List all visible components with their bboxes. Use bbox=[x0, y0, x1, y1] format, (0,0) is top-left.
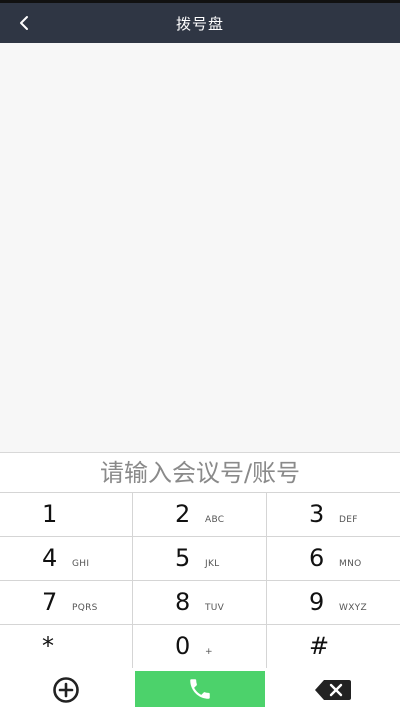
key-digit: 5 bbox=[175, 544, 191, 572]
key-letters: GHI bbox=[72, 559, 90, 569]
page-title: 拨号盘 bbox=[175, 14, 224, 33]
key-8[interactable]: 8 TUV bbox=[133, 581, 267, 625]
key-hash[interactable]: # bbox=[267, 625, 400, 669]
key-digit: 0 bbox=[175, 632, 191, 660]
backspace-icon bbox=[315, 680, 351, 700]
delete-button[interactable] bbox=[313, 678, 353, 702]
key-5[interactable]: 5 JKL bbox=[133, 537, 267, 581]
key-digit: 7 bbox=[42, 588, 58, 616]
key-digit: 3 bbox=[309, 500, 325, 528]
key-letters: + bbox=[205, 647, 213, 657]
content-area bbox=[0, 43, 400, 452]
key-letters: TUV bbox=[205, 603, 225, 613]
key-digit: 2 bbox=[175, 500, 191, 528]
phone-icon bbox=[190, 679, 210, 699]
key-3[interactable]: 3 DEF bbox=[267, 493, 400, 537]
key-digit: 8 bbox=[175, 588, 191, 616]
dial-keypad: 1 2 ABC 3 DEF 4 GHI 5 JKL 6 MNO 7 PQRS 8… bbox=[0, 492, 400, 669]
call-button[interactable] bbox=[135, 671, 265, 707]
dial-number-input[interactable] bbox=[0, 458, 400, 487]
key-letters: DEF bbox=[339, 515, 358, 525]
key-letters: ABC bbox=[205, 515, 225, 525]
key-6[interactable]: 6 MNO bbox=[267, 537, 400, 581]
key-2[interactable]: 2 ABC bbox=[133, 493, 267, 537]
back-button[interactable] bbox=[10, 9, 38, 37]
key-letters: WXYZ bbox=[339, 603, 367, 613]
key-star[interactable]: * bbox=[0, 625, 133, 669]
key-digit: # bbox=[309, 632, 330, 660]
key-letters: JKL bbox=[205, 559, 220, 569]
app-header: 拨号盘 bbox=[0, 3, 400, 43]
key-1[interactable]: 1 bbox=[0, 493, 133, 537]
key-digit: 6 bbox=[309, 544, 325, 572]
plus-circle-icon bbox=[53, 677, 79, 703]
key-letters: MNO bbox=[339, 559, 362, 569]
key-digit: 9 bbox=[309, 588, 325, 616]
add-button[interactable] bbox=[50, 676, 82, 704]
key-9[interactable]: 9 WXYZ bbox=[267, 581, 400, 625]
key-digit: * bbox=[42, 632, 54, 660]
dial-number-display bbox=[0, 452, 400, 492]
key-0[interactable]: 0 + bbox=[133, 625, 267, 669]
key-digit: 1 bbox=[42, 500, 58, 528]
chevron-left-icon bbox=[20, 16, 28, 30]
key-4[interactable]: 4 GHI bbox=[0, 537, 133, 581]
key-digit: 4 bbox=[42, 544, 58, 572]
dial-action-bar bbox=[0, 668, 400, 711]
key-letters: PQRS bbox=[72, 603, 98, 613]
key-7[interactable]: 7 PQRS bbox=[0, 581, 133, 625]
